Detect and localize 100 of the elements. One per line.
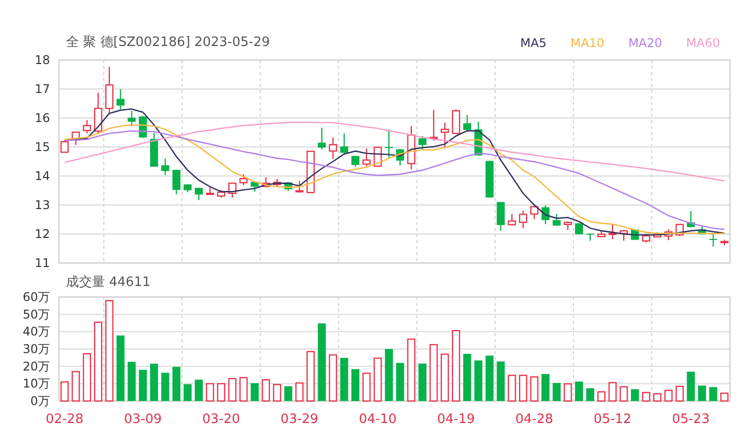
candlestick [194, 188, 203, 200]
x-axis-label: 03-20 [202, 412, 240, 427]
candlestick [720, 240, 728, 246]
volume-bar [440, 354, 449, 402]
volume-bar [620, 386, 628, 402]
candlestick [709, 234, 718, 247]
candlestick [250, 181, 259, 192]
y-axis-label: 18 [34, 53, 50, 67]
legend-item: MA60 [686, 35, 720, 52]
volume-bar [698, 386, 706, 401]
volume-bar [206, 383, 214, 402]
y-axis-label: 0万 [30, 394, 50, 408]
candlestick [362, 148, 371, 166]
volume-bar [564, 383, 572, 402]
candlestick [306, 150, 315, 194]
candlestick [564, 222, 572, 230]
candlestick [184, 184, 192, 192]
volume-bar [653, 393, 662, 402]
candlestick [530, 205, 538, 220]
candlestick [60, 140, 69, 153]
volume-bar [351, 369, 360, 401]
x-axis-label: 03-09 [124, 412, 162, 427]
candlestick [686, 211, 695, 228]
volume-bar [262, 379, 270, 402]
y-axis-label: 20万 [22, 359, 50, 374]
volume-bar [306, 351, 315, 402]
candlestick [418, 136, 426, 150]
volume-bar [72, 370, 80, 402]
y-axis-label: 40万 [22, 324, 50, 339]
volume-bar [161, 372, 170, 401]
volume-bar [530, 376, 538, 402]
x-axis-label: 02-28 [46, 412, 84, 427]
volume-bar [407, 338, 416, 402]
candlestick [698, 226, 706, 235]
volume-bar [709, 387, 718, 401]
volume-bar [284, 386, 292, 401]
volume-bar [60, 381, 69, 402]
volume-bar [184, 384, 192, 401]
volume-bar [575, 382, 584, 401]
volume-bar [374, 358, 382, 402]
legend-item: MA20 [628, 35, 662, 52]
volume-bar [384, 349, 393, 401]
volume-label: 成交量 44611 [66, 274, 150, 292]
candlestick [486, 160, 494, 198]
volume-bar [82, 353, 92, 402]
candlestick [318, 128, 326, 150]
candlestick [653, 232, 662, 238]
y-axis-label: 60万 [22, 292, 50, 304]
volume-bar [508, 374, 516, 402]
volume-bar [194, 380, 203, 401]
candlestick [508, 214, 516, 226]
candlestick [82, 120, 92, 134]
candlestick [575, 222, 584, 235]
volume-bar [328, 354, 338, 402]
candlestick [407, 126, 416, 170]
candlestick [351, 156, 360, 167]
volume-bar [720, 392, 728, 402]
volume-bar [128, 362, 136, 401]
volume-bar [474, 360, 482, 401]
candlestick [262, 177, 270, 188]
candlestick [228, 182, 236, 198]
candlestick [586, 233, 594, 241]
chart-title: 全 聚 德[SZ002186] 2023-05-29 [66, 34, 270, 52]
candlestick [620, 230, 628, 241]
candlestick [105, 66, 114, 114]
y-axis-label: 10万 [22, 376, 50, 391]
volume-bar [340, 358, 348, 401]
candlestick [150, 132, 158, 167]
volume-bar [452, 330, 460, 402]
candlestick [608, 224, 617, 240]
x-axis-label: 04-28 [515, 412, 554, 427]
candlestick [541, 205, 550, 224]
volume-bar [272, 384, 282, 402]
y-axis-label: 50万 [22, 307, 50, 322]
y-axis-label: 30万 [22, 342, 50, 356]
y-axis-label: 17 [34, 82, 50, 96]
candlestick [642, 234, 650, 242]
candlestick [664, 229, 673, 240]
volume-bar [486, 356, 494, 401]
legend-item: MA5 [520, 35, 546, 52]
volume-bar [217, 383, 226, 402]
volume-bar [396, 362, 404, 401]
candlestick [284, 182, 292, 191]
candlestick [172, 170, 180, 194]
candlestick [474, 122, 482, 156]
x-axis-label: 04-10 [358, 412, 397, 427]
candlestick [396, 149, 404, 166]
candlestick [519, 210, 528, 228]
volume-bar [664, 390, 673, 402]
candlestick [161, 158, 170, 176]
candlestick [384, 129, 393, 158]
volume-bar [686, 372, 695, 401]
candlestick [116, 89, 124, 109]
candlestick [206, 188, 214, 195]
candlestick [496, 202, 505, 231]
volume-bar [430, 344, 438, 402]
y-axis-label: 14 [34, 169, 50, 183]
y-axis-label: 11 [34, 256, 50, 270]
volume-bar [597, 391, 606, 402]
x-axis-label: 05-12 [594, 412, 632, 427]
